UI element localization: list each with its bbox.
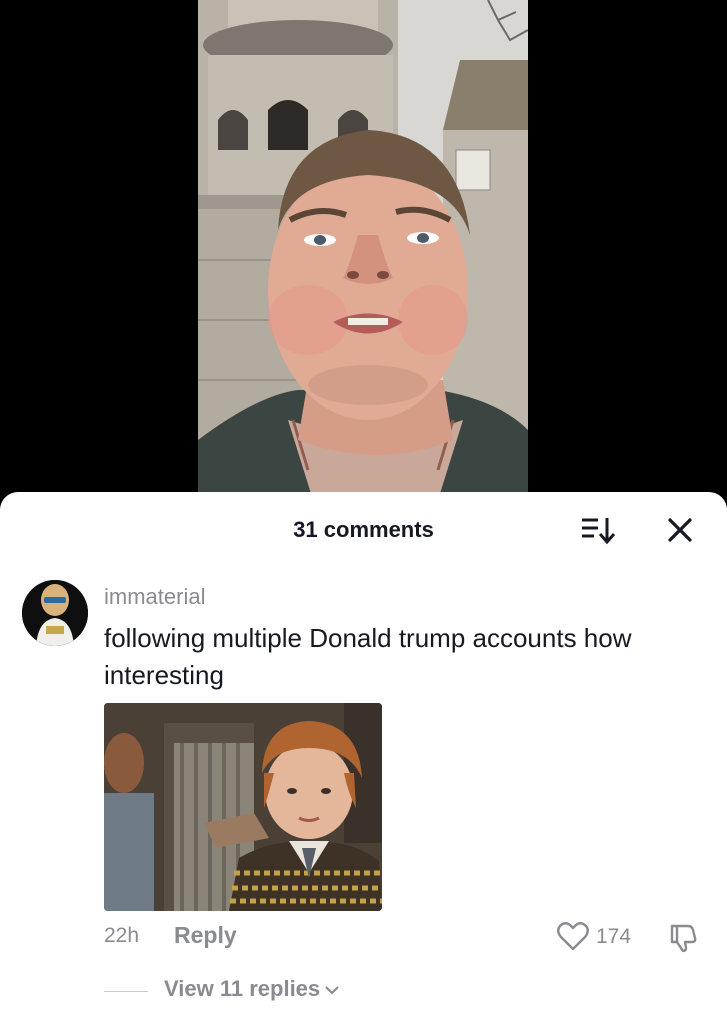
reply-button[interactable]: Reply — [174, 922, 237, 949]
heart-icon — [557, 922, 589, 951]
view-replies-row: View 11 replies — [104, 976, 504, 1006]
replies-divider — [104, 991, 148, 992]
chevron-down-icon — [325, 986, 339, 995]
dislike-button[interactable] — [666, 920, 700, 954]
video-player[interactable] — [0, 0, 727, 500]
close-button[interactable] — [662, 512, 698, 548]
comment-meta: 22h Reply 174 — [104, 922, 704, 958]
like-button[interactable] — [556, 920, 590, 954]
video-still — [198, 0, 528, 500]
like-count: 174 — [596, 925, 632, 948]
video-frame — [198, 0, 528, 500]
avatar-image — [22, 580, 88, 646]
thumbs-down-icon — [670, 924, 697, 953]
comments-header: 31 comments — [0, 492, 727, 568]
comment-username[interactable]: immaterial — [104, 584, 205, 610]
sort-icon — [582, 518, 616, 545]
close-icon — [668, 518, 692, 542]
comment-image-still — [104, 703, 382, 911]
comment-timestamp: 22h — [104, 924, 140, 947]
comments-count: 31 comments — [293, 517, 434, 542]
view-replies-button[interactable]: View 11 replies — [164, 976, 340, 1002]
comment-text: following multiple Donald trump accounts… — [104, 623, 632, 690]
comments-sheet: 31 comments immaterial following multipl… — [0, 492, 727, 1024]
view-replies-label: View 11 replies — [164, 976, 321, 1001]
comment-image[interactable] — [104, 703, 382, 911]
avatar[interactable] — [22, 580, 88, 646]
sort-comments-button[interactable] — [580, 514, 616, 546]
